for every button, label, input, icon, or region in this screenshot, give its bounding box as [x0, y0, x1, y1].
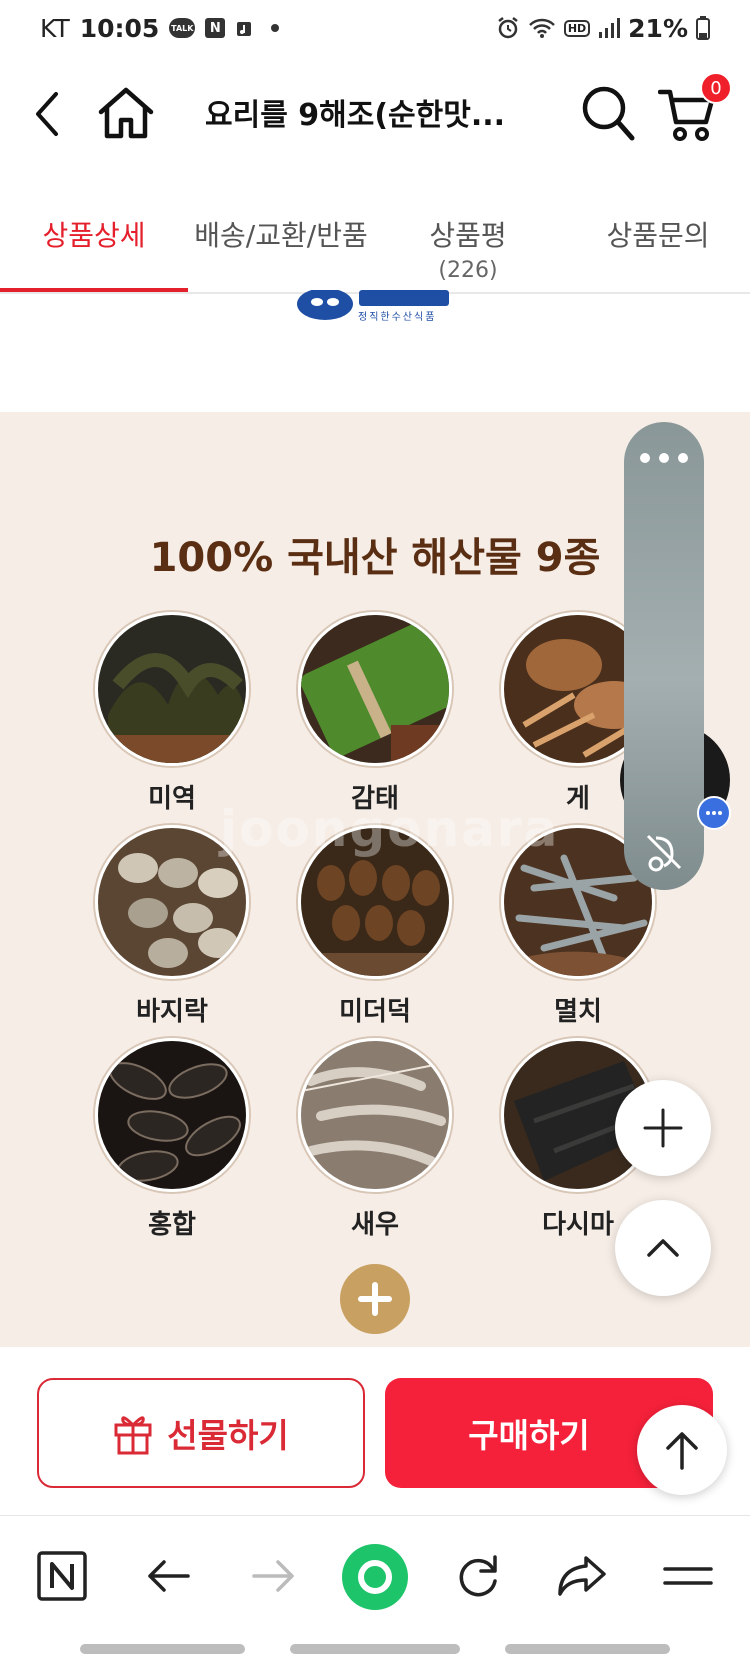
- tab-reviews[interactable]: 상품평 (226): [418, 214, 518, 283]
- system-nav-home[interactable]: [290, 1644, 460, 1654]
- more-notifications-dot: [271, 24, 280, 32]
- more-dot-icon: [659, 453, 669, 463]
- chat-icon[interactable]: [697, 796, 731, 830]
- naver-home-button[interactable]: [32, 1546, 92, 1606]
- item-label: 바지락: [136, 997, 208, 1027]
- gift-icon: [114, 1416, 152, 1455]
- browser-forward-button[interactable]: [244, 1546, 304, 1606]
- collapse-button[interactable]: [615, 1200, 711, 1296]
- naver-notification-icon: N: [205, 18, 226, 38]
- music-notification-icon: [235, 18, 253, 38]
- share-button[interactable]: [552, 1546, 612, 1606]
- chevron-up-icon: [647, 1239, 679, 1257]
- plus-icon: [358, 1282, 392, 1316]
- arrow-up-icon: [666, 1432, 698, 1470]
- product-tabs: 상품상세 배송/교환/반품 상품평 (226) 상품문의: [0, 200, 750, 294]
- buy-label: 구매하기: [468, 1416, 590, 1455]
- carrier-label: KT: [40, 13, 70, 43]
- naver-n-icon: [37, 1551, 87, 1601]
- item-label: 새우: [351, 1210, 399, 1240]
- seafood-item: 새우: [295, 1038, 455, 1241]
- app-header: 요리를 9해조(순한맛...: [0, 60, 750, 170]
- alarm-icon: [496, 16, 520, 40]
- review-count: (226): [438, 258, 498, 283]
- page-title: 요리를 9해조(순한맛...: [205, 98, 506, 133]
- arrow-right-icon: [252, 1560, 294, 1592]
- widget-more-button[interactable]: [640, 448, 688, 468]
- battery-percent: 21%: [628, 13, 688, 43]
- signal-icon: [598, 17, 621, 39]
- system-nav-back[interactable]: [505, 1644, 670, 1654]
- shrimp-photo-icon: [298, 1038, 452, 1192]
- seafood-item: 감태: [295, 612, 455, 815]
- browser-toolbar: [0, 1515, 750, 1635]
- gamtae-photo-icon: [298, 612, 452, 766]
- gift-label: 선물하기: [167, 1416, 289, 1455]
- hd-voice-icon: HD: [563, 19, 591, 37]
- more-dot-icon: [640, 453, 650, 463]
- wifi-icon: [528, 17, 556, 39]
- clock: 10:05: [79, 13, 160, 43]
- share-icon: [558, 1556, 606, 1596]
- battery-icon: [696, 16, 710, 40]
- green-dot-icon: [342, 1544, 408, 1610]
- menu-button[interactable]: [658, 1546, 718, 1606]
- tab-shipping-returns[interactable]: 배송/교환/반품: [186, 214, 376, 254]
- tab-label: 상품평: [429, 219, 507, 252]
- green-dot-button[interactable]: [340, 1542, 410, 1612]
- item-label: 멸치: [554, 997, 602, 1027]
- mute-icon: [646, 834, 682, 872]
- chevron-left-icon: [36, 92, 58, 136]
- cart-count-badge: 0: [700, 72, 732, 104]
- item-label: 미더덕: [339, 997, 411, 1027]
- gift-button[interactable]: 선물하기: [37, 1378, 365, 1488]
- reload-icon: [459, 1555, 497, 1597]
- floating-widget-panel: [624, 422, 704, 890]
- tab-label: 상품상세: [42, 219, 146, 252]
- system-nav-recents[interactable]: [80, 1644, 245, 1654]
- home-button[interactable]: [95, 82, 157, 144]
- tab-label: 배송/교환/반품: [194, 219, 368, 252]
- home-icon: [98, 87, 154, 139]
- hamburger-icon: [663, 1567, 713, 1585]
- search-button[interactable]: [578, 82, 638, 146]
- purchase-action-bar: 선물하기 구매하기: [0, 1350, 750, 1510]
- active-tab-indicator: [0, 288, 188, 292]
- reload-button[interactable]: [448, 1546, 508, 1606]
- search-icon: [582, 86, 635, 141]
- scroll-to-top-button[interactable]: [637, 1405, 727, 1495]
- arrow-left-icon: [148, 1560, 190, 1592]
- back-button[interactable]: [22, 84, 72, 144]
- status-bar: KT 10:05 TALK N HD 21%: [0, 0, 750, 56]
- more-dot-icon: [678, 453, 688, 463]
- widget-mute-button[interactable]: [642, 830, 686, 874]
- plus-icon: [643, 1108, 683, 1148]
- seaweed-photo-icon: [95, 612, 249, 766]
- tab-qna[interactable]: 상품문의: [598, 214, 718, 254]
- zoom-in-button[interactable]: [615, 1080, 711, 1176]
- item-label: 홍합: [148, 1210, 196, 1240]
- kakaotalk-notification-icon: TALK: [169, 18, 196, 38]
- browser-back-button[interactable]: [138, 1546, 198, 1606]
- tab-label: 상품문의: [606, 219, 710, 252]
- mussel-photo-icon: [95, 1038, 249, 1192]
- watermark: joongonara: [220, 800, 560, 858]
- seafood-item: 홍합: [92, 1038, 252, 1241]
- brand-tagline: 정직한수산식품: [358, 312, 437, 323]
- expand-more-button[interactable]: [340, 1264, 410, 1334]
- tab-product-detail[interactable]: 상품상세: [38, 214, 150, 254]
- seafood-item: 미역: [92, 612, 252, 815]
